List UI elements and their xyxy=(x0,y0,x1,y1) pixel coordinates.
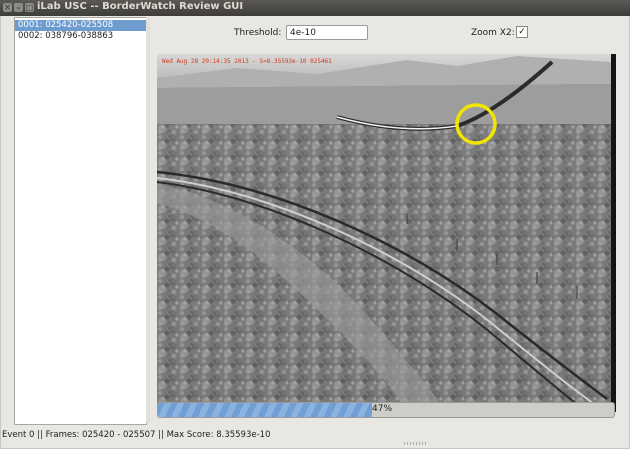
review-panel: Threshold: Zoom X2: ✓ xyxy=(150,17,620,423)
title-bar[interactable]: ✕ – □ iLab USC -- BorderWatch Review GUI xyxy=(0,0,630,16)
video-image xyxy=(157,54,611,412)
zoom-label: Zoom X2: xyxy=(471,28,515,38)
window-title: iLab USC -- BorderWatch Review GUI xyxy=(37,1,244,12)
maximize-icon[interactable]: □ xyxy=(25,3,34,12)
list-item[interactable]: 0001: 025420-025508 xyxy=(15,20,146,31)
minimize-icon[interactable]: – xyxy=(14,3,23,12)
video-frame[interactable]: Wed Aug 28 20:14:35 2013 - S=8.35593e-10… xyxy=(157,54,616,412)
status-bar: Event 0 || Frames: 025420 - 025507 || Ma… xyxy=(2,430,271,440)
resize-grip[interactable] xyxy=(404,442,426,445)
progress-fill xyxy=(158,403,373,417)
close-icon[interactable]: ✕ xyxy=(3,3,12,12)
frame-overlay-text: Wed Aug 28 20:14:35 2013 - S=8.35593e-10… xyxy=(162,58,332,65)
zoom-checkbox[interactable]: ✓ xyxy=(516,26,528,38)
event-list[interactable]: 0001: 025420-025508 0002: 038796-038863 xyxy=(14,17,147,425)
threshold-input[interactable] xyxy=(286,25,368,40)
progress-label: 47% xyxy=(372,404,393,414)
threshold-label: Threshold: xyxy=(234,28,282,38)
progress-bar: 47% xyxy=(157,402,615,418)
list-item[interactable]: 0002: 038796-038863 xyxy=(15,31,146,42)
